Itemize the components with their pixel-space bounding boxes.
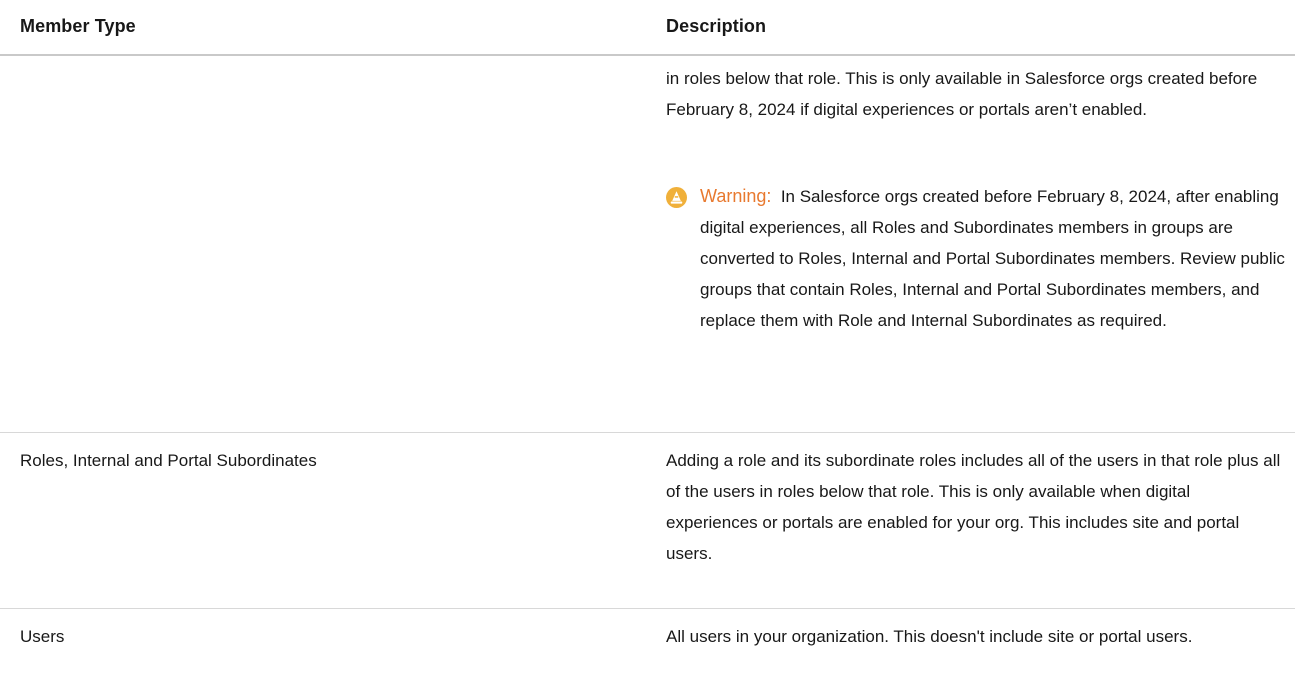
description-cell: Adding a role and its subordinate roles … [666, 451, 1281, 563]
description-cell: All users in your organization. This doe… [666, 627, 1193, 646]
warning-text-block: Warning: In Salesforce orgs created befo… [700, 181, 1286, 336]
description-cell: in roles below that role. This is only a… [666, 69, 1258, 119]
warning-icon [666, 187, 687, 208]
column-header-description: Description [666, 16, 767, 36]
table-row: in roles below that role. This is only a… [0, 56, 1295, 433]
member-type-cell: Roles, Internal and Portal Subordinates [20, 451, 317, 470]
warning-text: In Salesforce orgs created before Februa… [700, 187, 1285, 330]
table-header-row: Member Type Description [0, 0, 1295, 56]
table-row: Roles, Internal and Portal Subordinates … [0, 433, 1295, 609]
member-type-table: Member Type Description in roles below t… [0, 0, 1295, 689]
member-type-cell: Users [20, 627, 65, 646]
table-row: Users All users in your organization. Th… [0, 609, 1295, 689]
warning-label: Warning: [700, 186, 772, 206]
column-header-member-type: Member Type [20, 16, 136, 36]
